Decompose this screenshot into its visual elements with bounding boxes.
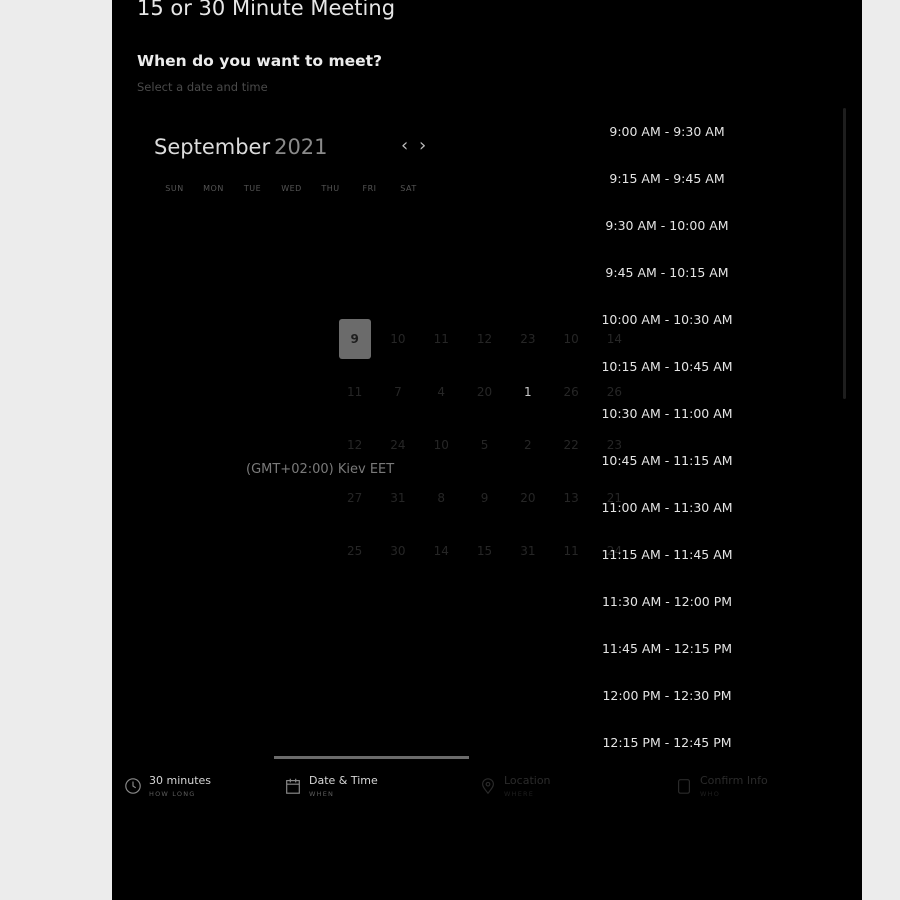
calendar-day-number: 4 [437,384,446,399]
time-slot-button[interactable]: 11:15 AM - 11:45 AM [572,531,762,578]
calendar-day[interactable]: 2 [506,418,549,471]
time-slot-scrollbar[interactable] [843,108,846,399]
calendar-day[interactable]: 10 [420,418,463,471]
when-question-heading: When do you want to meet? [137,52,383,70]
calendar-icon [286,778,300,794]
calendar-day[interactable]: 9 [333,312,376,365]
next-month-button[interactable]: › [419,136,426,156]
step-confirm-info[interactable]: Confirm Info WHO [675,774,768,798]
weekday-mon: MON [203,184,224,193]
step-date-time-title: Date & Time [309,774,378,787]
time-slot-button[interactable]: 9:45 AM - 10:15 AM [572,249,762,296]
time-slot-button[interactable]: 10:45 AM - 11:15 AM [572,437,762,484]
calendar-day[interactable]: 25 [333,524,376,577]
active-step-indicator [274,756,469,759]
calendar-day-number: 7 [394,384,402,399]
calendar-day-number: 25 [347,543,363,558]
step-location[interactable]: Location WHERE [479,774,551,798]
weekday-wed: WED [281,184,302,193]
calendar-day[interactable]: 9 [463,471,506,524]
prev-month-button[interactable]: ‹ [401,136,408,156]
time-slot-list: 9:00 AM - 9:30 AM 9:15 AM - 9:45 AM 9:30 A… [572,108,762,766]
calendar-day-number: 14 [433,543,449,558]
calendar-day[interactable]: 11 [333,365,376,418]
calendar-day[interactable]: 31 [506,524,549,577]
weekday-tue: TUE [243,184,262,193]
time-slot-button[interactable]: 9:15 AM - 9:45 AM [572,155,762,202]
weekday-thu: THU [321,184,340,193]
calendar-day-number: 1 [524,384,532,399]
weekday-header: SUN MON TUE WED THU FRI SAT [155,184,428,193]
time-slot-button[interactable]: 11:45 AM - 12:15 PM [572,625,762,672]
time-slot-button[interactable]: 12:00 PM - 12:30 PM [572,672,762,719]
calendar-day[interactable]: 23 [506,312,549,365]
scheduler-panel: 15 or 30 Minute Meeting When do you want… [112,0,862,900]
clock-icon [125,778,141,794]
calendar-day-number: 12 [476,331,493,346]
calendar-day-number: 8 [437,490,446,505]
weekday-sun: SUN [165,184,184,193]
location-pin-icon [482,778,494,795]
calendar-day[interactable]: 20 [506,471,549,524]
weekday-fri: FRI [362,184,377,193]
calendar-day-number: 20 [476,384,493,399]
step-confirm-title: Confirm Info [700,774,768,787]
time-slot-button[interactable]: 9:00 AM - 9:30 AM [572,108,762,155]
calendar-day-number: 20 [520,490,536,505]
calendar-day-number: 10 [390,331,406,346]
step-date-time[interactable]: Date & Time WHEN [284,774,378,798]
calendar-day-number: 11 [433,331,449,346]
timezone-selector[interactable]: (GMT+02:00) Kiev EET [246,462,394,477]
calendar-day[interactable]: 20 [463,365,506,418]
calendar-day-number: 9 [480,490,489,505]
calendar-day[interactable]: 1 [506,365,549,418]
calendar-day-number: 30 [390,543,406,558]
calendar-day[interactable]: 4 [420,365,463,418]
calendar-day[interactable]: 27 [333,471,376,524]
step-confirm-sub: WHO [700,790,721,798]
calendar-day[interactable]: 8 [420,471,463,524]
calendar-day[interactable]: 7 [376,365,419,418]
calendar-day-number: 31 [520,543,536,558]
year-label: 2021 [274,135,328,159]
calendar-day-number: 9 [338,318,371,359]
calendar-day-number: 11 [347,384,363,399]
step-progress-bar: 30 minutes HOW LONG Date & Time WHEN Loc… [112,756,862,816]
time-slot-button[interactable]: 11:30 AM - 12:00 PM [572,578,762,625]
calendar-day-number: 15 [476,543,493,558]
meeting-title: 15 or 30 Minute Meeting [137,0,396,20]
calendar-day[interactable]: 14 [420,524,463,577]
calendar-month-label: September 2021 [154,135,328,159]
weekday-sat: SAT [400,184,417,193]
step-duration-sub: HOW LONG [149,790,196,798]
calendar-day[interactable]: 31 [376,471,419,524]
time-slot-button[interactable]: 10:15 AM - 10:45 AM [572,343,762,390]
calendar-day-number: 27 [347,490,363,505]
calendar-day[interactable]: 12 [463,312,506,365]
calendar-day[interactable]: 30 [376,524,419,577]
calendar-day[interactable]: 11 [420,312,463,365]
time-slot-button[interactable]: 10:00 AM - 10:30 AM [572,296,762,343]
calendar-day-number: 31 [390,490,406,505]
step-duration[interactable]: 30 minutes HOW LONG [124,774,211,798]
step-date-time-sub: WHEN [309,790,335,798]
step-location-sub: WHERE [504,790,535,798]
select-date-subtitle: Select a date and time [137,80,268,94]
calendar-day-number: 10 [433,437,449,452]
calendar-day-number: 24 [390,437,406,452]
calendar-day[interactable]: 10 [376,312,419,365]
month-name: September [154,135,271,159]
step-duration-title: 30 minutes [149,774,212,787]
time-slot-button[interactable]: 11:00 AM - 11:30 AM [572,484,762,531]
calendar-day-number: 23 [520,331,536,346]
time-slot-button[interactable]: 9:30 AM - 10:00 AM [572,202,762,249]
calendar-day-number: 12 [347,437,363,452]
contact-card-icon [678,779,690,794]
calendar-day[interactable]: 5 [463,418,506,471]
calendar-day-number: 2 [524,437,532,452]
time-slot-button[interactable]: 10:30 AM - 11:00 AM [572,390,762,437]
step-location-title: Location [504,774,551,787]
calendar-day-number: 5 [480,437,489,452]
calendar-day[interactable]: 15 [463,524,506,577]
